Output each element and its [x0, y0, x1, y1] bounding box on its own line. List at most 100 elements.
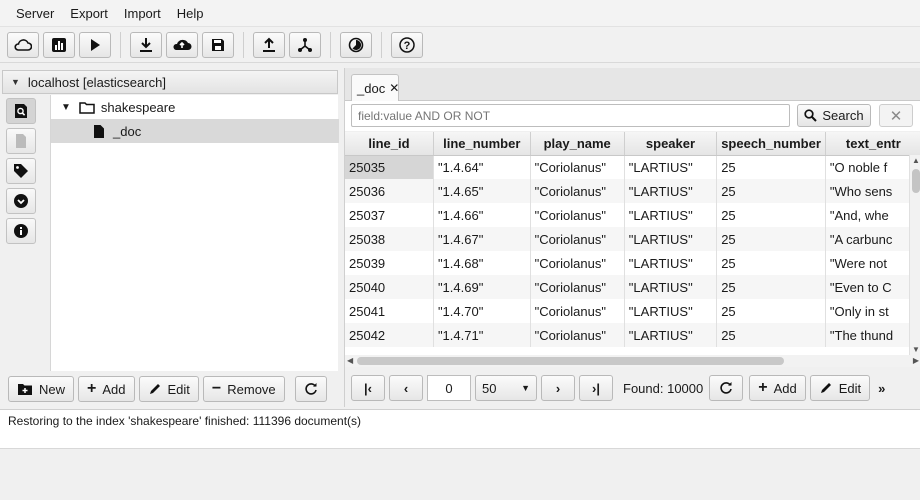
add-document-button[interactable]: + Add — [749, 375, 806, 401]
column-header[interactable]: play_name — [530, 132, 625, 156]
stats-button[interactable] — [43, 31, 75, 58]
connect-button[interactable] — [7, 31, 39, 58]
table-cell[interactable]: 25 — [716, 323, 826, 347]
last-page-button[interactable]: ›| — [579, 375, 613, 401]
table-cell[interactable]: 25 — [716, 203, 826, 227]
horizontal-scrollbar[interactable]: ◀ ▶ — [345, 355, 920, 367]
vertical-scrollbar[interactable]: ▲ ▼ — [909, 155, 920, 355]
table-row[interactable]: 25041 "1.4.70" "Coriolanus" "LARTIUS" 25… — [345, 299, 920, 323]
table-cell[interactable]: "LARTIUS" — [624, 251, 718, 275]
table-cell[interactable]: "The thund — [825, 323, 920, 347]
search-input[interactable] — [351, 104, 790, 127]
clear-search-button[interactable]: ✕ — [879, 104, 913, 127]
next-page-button[interactable]: › — [541, 375, 575, 401]
menu-help[interactable]: Help — [169, 6, 212, 21]
table-cell[interactable]: "Coriolanus" — [530, 251, 625, 275]
edit-button[interactable]: Edit — [138, 376, 199, 402]
table-cell[interactable]: "1.4.67" — [433, 227, 531, 251]
table-row[interactable]: 25035 "1.4.64" "Coriolanus" "LARTIUS" 25… — [345, 155, 920, 179]
table-cell[interactable]: "Coriolanus" — [530, 323, 625, 347]
scroll-down-icon[interactable]: ▼ — [912, 345, 920, 354]
expand-triangle-icon[interactable]: ▼ — [61, 102, 71, 113]
table-cell[interactable]: "Even to C — [825, 275, 920, 299]
run-button[interactable] — [79, 31, 111, 58]
new-button[interactable]: New — [8, 376, 75, 402]
table-cell[interactable]: "LARTIUS" — [624, 155, 718, 179]
table-cell[interactable]: 25035 — [345, 155, 434, 179]
save-button[interactable] — [202, 31, 234, 58]
table-cell[interactable]: "Coriolanus" — [530, 275, 625, 299]
table-cell[interactable]: "Who sens — [825, 179, 920, 203]
table-row[interactable]: 25036 "1.4.65" "Coriolanus" "LARTIUS" 25… — [345, 179, 920, 203]
table-cell[interactable]: "1.4.69" — [433, 275, 531, 299]
dropdown-view-button[interactable] — [6, 188, 36, 214]
share-button[interactable] — [289, 31, 321, 58]
tree-node-type[interactable]: _doc — [51, 119, 339, 143]
table-cell[interactable]: "Only in st — [825, 299, 920, 323]
table-cell[interactable]: "Coriolanus" — [530, 155, 625, 179]
refresh-results-button[interactable] — [709, 375, 744, 401]
table-cell[interactable]: "1.4.64" — [433, 155, 531, 179]
collapse-triangle-icon[interactable]: ▼ — [11, 77, 20, 87]
table-cell[interactable]: 25 — [716, 251, 826, 275]
table-row[interactable]: 25039 "1.4.68" "Coriolanus" "LARTIUS" 25… — [345, 251, 920, 275]
column-header[interactable]: line_id — [345, 132, 434, 156]
refresh-button[interactable] — [294, 376, 327, 402]
table-cell[interactable]: "1.4.71" — [433, 323, 531, 347]
table-cell[interactable]: 25039 — [345, 251, 434, 275]
tab-doc[interactable]: _doc ✕ — [351, 74, 399, 101]
table-cell[interactable]: "Coriolanus" — [530, 179, 625, 203]
table-cell[interactable]: "A carbunc — [825, 227, 920, 251]
page-number-field[interactable]: 0 — [427, 375, 471, 401]
previous-page-button[interactable]: ‹ — [389, 375, 423, 401]
table-row[interactable]: 25037 "1.4.66" "Coriolanus" "LARTIUS" 25… — [345, 203, 920, 227]
tags-button[interactable] — [6, 158, 36, 184]
scroll-left-icon[interactable]: ◀ — [347, 356, 353, 365]
table-cell[interactable]: 25040 — [345, 275, 434, 299]
add-button[interactable]: + Add — [78, 376, 135, 402]
download-button[interactable] — [130, 31, 162, 58]
table-cell[interactable]: "Coriolanus" — [530, 299, 625, 323]
table-cell[interactable]: "1.4.65" — [433, 179, 531, 203]
table-cell[interactable]: 25037 — [345, 203, 434, 227]
table-cell[interactable]: 25041 — [345, 299, 434, 323]
remove-button[interactable]: − Remove — [202, 376, 285, 402]
table-cell[interactable]: 25 — [716, 275, 826, 299]
column-header[interactable]: speaker — [624, 132, 718, 156]
table-cell[interactable]: "And, whe — [825, 203, 920, 227]
table-cell[interactable]: "1.4.68" — [433, 251, 531, 275]
overflow-chevron-icon[interactable]: » — [878, 381, 885, 396]
table-cell[interactable]: "Coriolanus" — [530, 203, 625, 227]
help-button[interactable]: ? — [391, 31, 423, 58]
menu-import[interactable]: Import — [116, 6, 169, 21]
document-view-button[interactable] — [6, 128, 36, 154]
table-cell[interactable]: 25 — [716, 299, 826, 323]
table-cell[interactable]: "LARTIUS" — [624, 203, 718, 227]
search-button[interactable]: Search — [797, 104, 871, 127]
upload-button[interactable] — [253, 31, 285, 58]
tree-node-index[interactable]: ▼ shakespeare — [51, 95, 339, 119]
table-row[interactable]: 25038 "1.4.67" "Coriolanus" "LARTIUS" 25… — [345, 227, 920, 251]
table-cell[interactable]: "O noble f — [825, 155, 920, 179]
menu-export[interactable]: Export — [62, 6, 116, 21]
search-view-button[interactable] — [6, 98, 36, 124]
edit-document-button[interactable]: Edit — [809, 375, 871, 401]
table-cell[interactable]: 25 — [716, 179, 826, 203]
menu-server[interactable]: Server — [8, 6, 62, 21]
vertical-scroll-thumb[interactable] — [912, 169, 920, 193]
column-header[interactable]: line_number — [433, 132, 531, 156]
first-page-button[interactable]: |‹ — [351, 375, 385, 401]
close-icon[interactable]: ✕ — [389, 81, 399, 95]
table-cell[interactable]: "1.4.66" — [433, 203, 531, 227]
scroll-up-icon[interactable]: ▲ — [912, 156, 920, 165]
table-cell[interactable]: 25038 — [345, 227, 434, 251]
table-cell[interactable]: "LARTIUS" — [624, 299, 718, 323]
table-cell[interactable]: "LARTIUS" — [624, 227, 718, 251]
table-cell[interactable]: "LARTIUS" — [624, 275, 718, 299]
info-button[interactable] — [6, 218, 36, 244]
horizontal-scroll-thumb[interactable] — [357, 357, 784, 365]
table-cell[interactable]: 25 — [716, 155, 826, 179]
column-header[interactable]: speech_number — [716, 132, 826, 156]
scroll-right-icon[interactable]: ▶ — [913, 356, 919, 365]
table-cell[interactable]: 25 — [716, 227, 826, 251]
